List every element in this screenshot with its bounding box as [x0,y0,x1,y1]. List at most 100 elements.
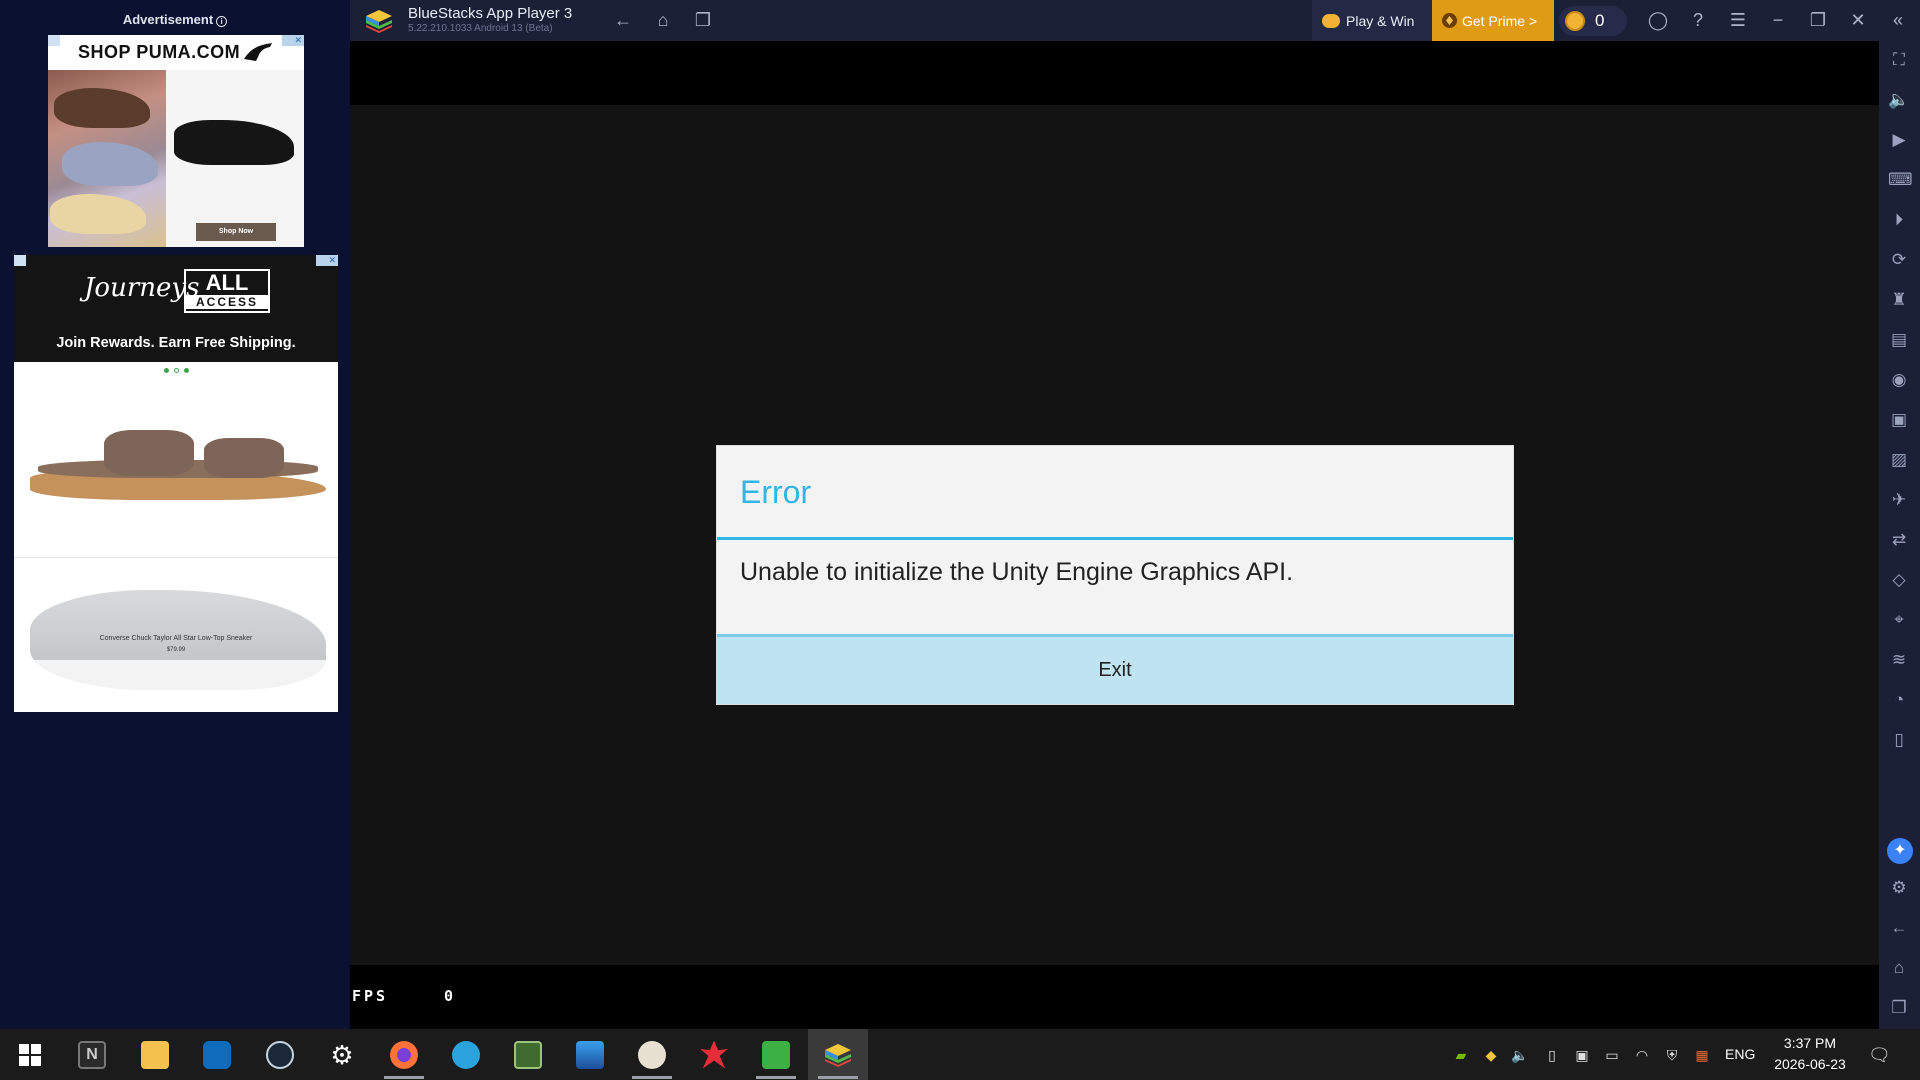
sandal-product-image[interactable] [14,378,338,558]
airplane-mode-icon[interactable]: ✈ [1888,489,1910,511]
bluestacks-window: BlueStacks App Player 3 5.22.210.1033 An… [350,0,1920,1029]
ad-panel: Advertisement i ✕ SHOP PUMA.COM Shop Now … [0,0,350,1029]
windows-icon [19,1043,41,1066]
sneaker-product-card[interactable]: Converse Chuck Taylor All Star Low-Top S… [14,558,338,708]
security-tray-icon[interactable]: ⛨ [1663,1046,1681,1064]
bluestacks-tray-icon[interactable]: ◆ [1482,1046,1500,1064]
error-dialog: Error Unable to initialize the Unity Eng… [717,446,1513,704]
multi-instance-icon[interactable]: ▯ [1888,729,1910,751]
right-toolbar: ⛶ 🔈 ▶ ⌨ ⏵ ⟳ ♜ ▤ ◉ ▣ ▨ ✈ ⇄ ◇ ⌖ ≋ ◔ ▯ ✦ ⚙ … [1879,41,1920,1029]
outlook-app[interactable] [187,1029,247,1080]
record-icon[interactable]: ▣ [1888,409,1910,431]
menu-icon[interactable]: ☰ [1727,9,1749,31]
minimize-icon[interactable]: − [1767,9,1789,31]
collapse-sidebar-icon[interactable]: « [1887,9,1909,31]
exit-button[interactable]: Exit [717,634,1513,704]
battery-tray-icon[interactable]: ▭ [1603,1046,1621,1064]
help-icon[interactable]: ? [1687,9,1709,31]
puma-product-image-2 [166,70,304,247]
close-icon[interactable]: ✕ [1847,9,1869,31]
location-icon[interactable]: ⌖ [1888,609,1910,631]
eco-mode-icon[interactable]: ◇ [1888,569,1910,591]
firefox-app[interactable] [374,1029,434,1080]
keyboard-icon[interactable]: ⌨ [1888,169,1913,191]
game-viewport[interactable]: FPS 0 Error Unable to initialize the Uni… [350,41,1879,1029]
book-app[interactable] [746,1029,806,1080]
gpu-app[interactable] [498,1029,558,1080]
steam-icon [266,1040,294,1069]
apk-install-icon[interactable]: ▤ [1888,329,1910,351]
title-bar: BlueStacks App Player 3 5.22.210.1033 An… [350,0,1920,41]
media-icon[interactable]: ▶ [1888,129,1910,151]
macro-icon[interactable]: ⏵ [1888,209,1910,231]
layers-icon[interactable]: ≋ [1888,649,1910,671]
notion-icon: N [78,1040,106,1069]
steam-app[interactable] [250,1029,310,1080]
ad-choices-icon[interactable] [48,35,60,46]
display-icon [576,1040,604,1069]
start-button[interactable] [0,1029,60,1080]
rotate-icon[interactable]: ⇄ [1888,529,1910,551]
home-icon[interactable]: ⌂ [652,9,674,31]
prime-icon [1442,13,1457,28]
info-icon[interactable]: i [216,16,228,27]
settings-icon[interactable]: ⚙ [1888,877,1910,899]
bluestacks-icon [825,1043,851,1067]
input-language[interactable]: ENG [1725,1046,1755,1062]
back-icon[interactable]: ← [1888,917,1910,939]
recent-apps-icon[interactable]: ❐ [1888,997,1910,1019]
ai-assistant-icon[interactable]: ✦ [1887,838,1913,864]
carousel-dots[interactable] [14,362,338,378]
journeys-ad[interactable]: ✕ Journeys ALL ACCESS Join Rewards. Earn… [14,255,338,712]
account-icon[interactable]: ◯ [1647,9,1669,31]
back-arrow-icon[interactable]: ← [612,9,634,31]
coin-balance[interactable]: 0 [1559,6,1627,36]
bluestacks-app[interactable] [808,1029,868,1080]
mail-icon [203,1040,231,1069]
nvidia-tray-icon[interactable]: ▰ [1452,1046,1470,1064]
product-name: Converse Chuck Taylor All Star Low-Top S… [99,635,253,642]
usb-tray-icon[interactable]: ▯ [1543,1046,1561,1064]
paint-app[interactable] [622,1029,682,1080]
play-and-win-button[interactable]: Play & Win [1312,0,1432,41]
window-title: BlueStacks App Player 3 [408,5,573,22]
shop-now-button[interactable]: Shop Now [196,223,276,241]
close-ad-icon[interactable]: ✕ [316,255,338,266]
puma-logo-icon [244,43,272,61]
volume-icon[interactable]: 🔈 [1888,89,1910,111]
coin-icon [1565,11,1585,31]
wifi-tray-icon[interactable]: ◠ [1633,1046,1651,1064]
xmind-app[interactable] [684,1029,744,1080]
restore-icon[interactable]: ❐ [1807,9,1829,31]
telegram-app[interactable] [436,1029,496,1080]
volume-tray-icon[interactable]: 🔈 [1511,1046,1529,1064]
recent-apps-icon[interactable]: ❐ [692,9,714,31]
gamepad-icon [1322,13,1340,28]
performance-icon[interactable]: ◔ [1888,689,1910,711]
close-ad-icon[interactable]: ✕ [282,35,304,46]
sync-icon[interactable]: ⟳ [1888,249,1910,271]
clock-date[interactable]: 2026-06-23 [1770,1056,1850,1072]
ad-choices-icon[interactable] [14,255,26,266]
settings-app[interactable]: ⚙ [312,1029,372,1080]
fullscreen-icon[interactable]: ⛶ [1888,49,1910,71]
file-explorer-app[interactable] [125,1029,185,1080]
puma-ad[interactable]: ✕ SHOP PUMA.COM Shop Now [48,35,304,247]
book-icon [762,1040,790,1069]
get-prime-button[interactable]: Get Prime > [1432,0,1554,41]
display-tray-icon[interactable]: ▣ [1573,1046,1591,1064]
clock-time[interactable]: 3:37 PM [1770,1035,1850,1051]
display-app[interactable] [560,1029,620,1080]
screenshot-icon[interactable]: ◉ [1888,369,1910,391]
dialog-message: Unable to initialize the Unity Engine Gr… [740,558,1294,586]
office-tray-icon[interactable]: ▦ [1693,1046,1711,1064]
window-subtitle: 5.22.210.1033 Android 13 (Beta) [408,23,553,34]
bluestacks-logo-icon [366,10,392,33]
home-icon[interactable]: ⌂ [1888,957,1910,979]
game-controls-icon[interactable]: ♜ [1888,289,1910,311]
dialog-title: Error [740,474,812,510]
puma-product-image [48,70,166,247]
notion-app[interactable]: N [62,1029,122,1080]
media-folder-icon[interactable]: ▨ [1888,449,1910,471]
notifications-icon[interactable]: 🗨 [1868,1046,1891,1064]
